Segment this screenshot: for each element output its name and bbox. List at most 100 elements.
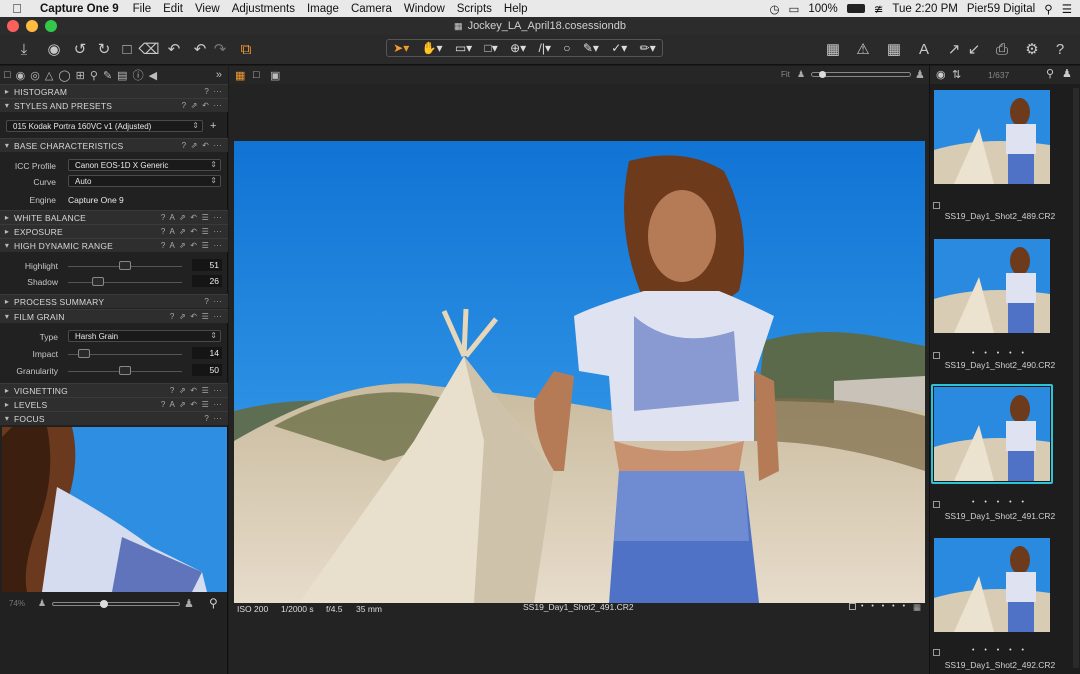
eye-icon[interactable]: ◉ (936, 68, 946, 81)
time-machine-icon[interactable]: ◷ (769, 2, 779, 16)
move-to-folder-icon[interactable]: □ (117, 39, 137, 59)
section-vignetting[interactable]: ▸ VIGNETTING ? ⇗ ↶ ☰ ··· (0, 383, 228, 397)
print-icon[interactable]: ⎙ (992, 39, 1012, 59)
zoom-out-person-icon[interactable]: ♟ (38, 598, 46, 609)
more-tabs-icon[interactable]: » (216, 69, 228, 81)
select-checkbox[interactable] (849, 603, 856, 610)
section-histogram[interactable]: ▸ HISTOGRAM ? ··· (0, 84, 228, 98)
copy-adjustments-icon[interactable]: ↗ (944, 39, 964, 59)
rotate-right-icon[interactable]: ↻ (94, 39, 114, 59)
viewer-layout-icon[interactable]: ▦ (822, 39, 844, 59)
section-white-balance[interactable]: ▸ WHITE BALANCE ? A ⇗ ↶ ☰ ··· (0, 210, 228, 224)
user-menu[interactable]: Pier59 Digital (967, 3, 1035, 15)
collapse-arrow-icon[interactable]: ▾ (0, 141, 14, 150)
zoom-in-person-icon[interactable]: ♟ (915, 68, 925, 81)
curve-dropdown[interactable]: Auto (68, 175, 221, 187)
reset-adjustments-icon[interactable]: ↶ (164, 39, 184, 59)
expand-arrow-icon[interactable]: ▸ (0, 400, 14, 409)
section-focus[interactable]: ▾ FOCUS ? ··· (0, 411, 228, 425)
thumbnail-image[interactable] (934, 90, 1050, 184)
spot-removal-icon[interactable]: ○ (563, 41, 570, 55)
thumbnail-checkbox[interactable] (933, 202, 940, 209)
clock[interactable]: Tue 2:20 PM (892, 3, 957, 15)
menu-adjustments[interactable]: Adjustments (226, 3, 301, 15)
granularity-value[interactable]: 50 (192, 364, 222, 376)
collapse-arrow-icon[interactable]: ▾ (0, 101, 14, 110)
menu-view[interactable]: View (189, 3, 226, 15)
menu-camera[interactable]: Camera (345, 3, 398, 15)
focus-zoom-slider[interactable] (52, 602, 180, 606)
impact-value[interactable]: 14 (192, 347, 222, 359)
exposure-tab-icon[interactable]: △ (45, 69, 53, 82)
thumbnail-image[interactable] (934, 538, 1050, 632)
picker-icon[interactable]: ✓▾ (611, 41, 627, 55)
battery-icon[interactable] (846, 4, 865, 13)
loupe-icon[interactable]: ▭▾ (455, 41, 472, 55)
undo-icon[interactable]: ↶ (190, 39, 210, 59)
brush-icon[interactable]: ✎▾ (583, 41, 599, 55)
airplay-icon[interactable]: ▭ (788, 2, 799, 16)
rotate-straighten-icon[interactable]: ⊕▾ (510, 41, 526, 55)
section-high-dynamic-range[interactable]: ▾ HIGH DYNAMIC RANGE ? A ⇗ ↶ ☰ ··· (0, 238, 228, 252)
exposure-warning-icon[interactable]: ⚠ (853, 39, 873, 59)
thumbnail-checkbox[interactable] (933, 352, 940, 359)
zoom-window-button[interactable] (45, 20, 57, 32)
shadow-value[interactable]: 26 (192, 275, 222, 287)
section-tool-icons[interactable]: ? A ⇗ ↶ ☰ ··· (161, 400, 228, 409)
notification-center-icon[interactable]: ☰ (1062, 2, 1072, 16)
section-tool-icons[interactable]: ? ⇗ ↶ ☰ ··· (170, 386, 228, 395)
lens-tab-icon[interactable]: ◯ (58, 69, 70, 82)
color-tab-icon[interactable]: ◎ (30, 69, 40, 82)
thumbnail-checkbox[interactable] (933, 649, 940, 656)
menu-window[interactable]: Window (398, 3, 451, 15)
section-film-grain[interactable]: ▾ FILM GRAIN ? ⇗ ↶ ☰ ··· (0, 309, 228, 323)
viewer-zoom-slider[interactable] (811, 72, 911, 77)
import-icon[interactable]: ⤓ (14, 39, 34, 59)
viewer-zoom-knob[interactable] (819, 71, 826, 78)
browser-search-icon[interactable]: ⚲ (1046, 67, 1054, 80)
thumbnail-image[interactable] (934, 239, 1050, 333)
section-tool-icons[interactable]: ? ··· (204, 297, 228, 306)
variants-icon[interactable]: ⧉ (236, 39, 256, 59)
wifi-icon[interactable]: ≇ (874, 2, 884, 16)
thumbnail-rating[interactable]: • • • • • (930, 499, 1070, 506)
rotate-left-icon[interactable]: ↺ (70, 39, 90, 59)
composition-tab-icon[interactable]: ⊞ (76, 69, 85, 82)
granularity-slider-knob[interactable] (119, 366, 131, 375)
section-tool-icons[interactable]: ? ··· (204, 414, 228, 423)
library-tab-icon[interactable]: □ (4, 69, 11, 81)
thumbnail-rating[interactable]: • • • • • (930, 350, 1070, 357)
local-adjust-tab-icon[interactable]: ✎ (103, 69, 112, 82)
section-tool-icons[interactable]: ? A ⇗ ↶ ☰ ··· (161, 227, 228, 236)
style-preset-dropdown[interactable]: 015 Kodak Portra 160VC v1 (Adjusted) (6, 120, 203, 132)
shadow-slider-track[interactable] (68, 282, 182, 283)
main-photo[interactable] (234, 141, 925, 603)
grain-type-dropdown[interactable]: Harsh Grain (68, 330, 221, 342)
impact-slider-knob[interactable] (78, 349, 90, 358)
metadata-tab-icon[interactable]: ⓘ (133, 67, 144, 83)
menu-file[interactable]: File (127, 3, 158, 15)
section-styles[interactable]: ▾ STYLES AND PRESETS ? ⇗ ↶ ··· (0, 98, 228, 112)
section-tool-icons[interactable]: ? ⇗ ↶ ··· (182, 141, 228, 150)
highlight-slider-knob[interactable] (119, 261, 131, 270)
sort-icon[interactable]: ⇅ (952, 68, 961, 81)
highlight-value[interactable]: 51 (192, 259, 222, 271)
expand-arrow-icon[interactable]: ▸ (0, 87, 14, 96)
focus-loupe-icon[interactable]: ⚲ (209, 596, 218, 610)
app-menu[interactable]: Capture One 9 (34, 3, 127, 15)
output-tab-icon[interactable]: ▤ (117, 69, 127, 82)
help-icon[interactable]: ? (1050, 39, 1070, 59)
thumbnail-rating[interactable]: • • • • • (930, 647, 1070, 654)
add-style-icon[interactable]: + (210, 120, 216, 132)
text-overlay-icon[interactable]: A (914, 39, 934, 59)
expand-arrow-icon[interactable]: ▸ (0, 227, 14, 236)
minimize-window-button[interactable] (26, 20, 38, 32)
camera-icon[interactable]: ◉ (44, 39, 64, 59)
menu-image[interactable]: Image (301, 3, 345, 15)
section-exposure[interactable]: ▸ EXPOSURE ? A ⇗ ↶ ☰ ··· (0, 224, 228, 238)
focus-zoom-knob[interactable] (100, 600, 108, 608)
collapse-arrow-icon[interactable]: ▾ (0, 241, 14, 250)
keystone-icon[interactable]: /|▾ (539, 41, 551, 55)
section-tool-icons[interactable]: ? A ⇗ ↶ ☰ ··· (161, 213, 228, 222)
section-tool-icons[interactable]: ? ⇗ ↶ ☰ ··· (170, 312, 228, 321)
